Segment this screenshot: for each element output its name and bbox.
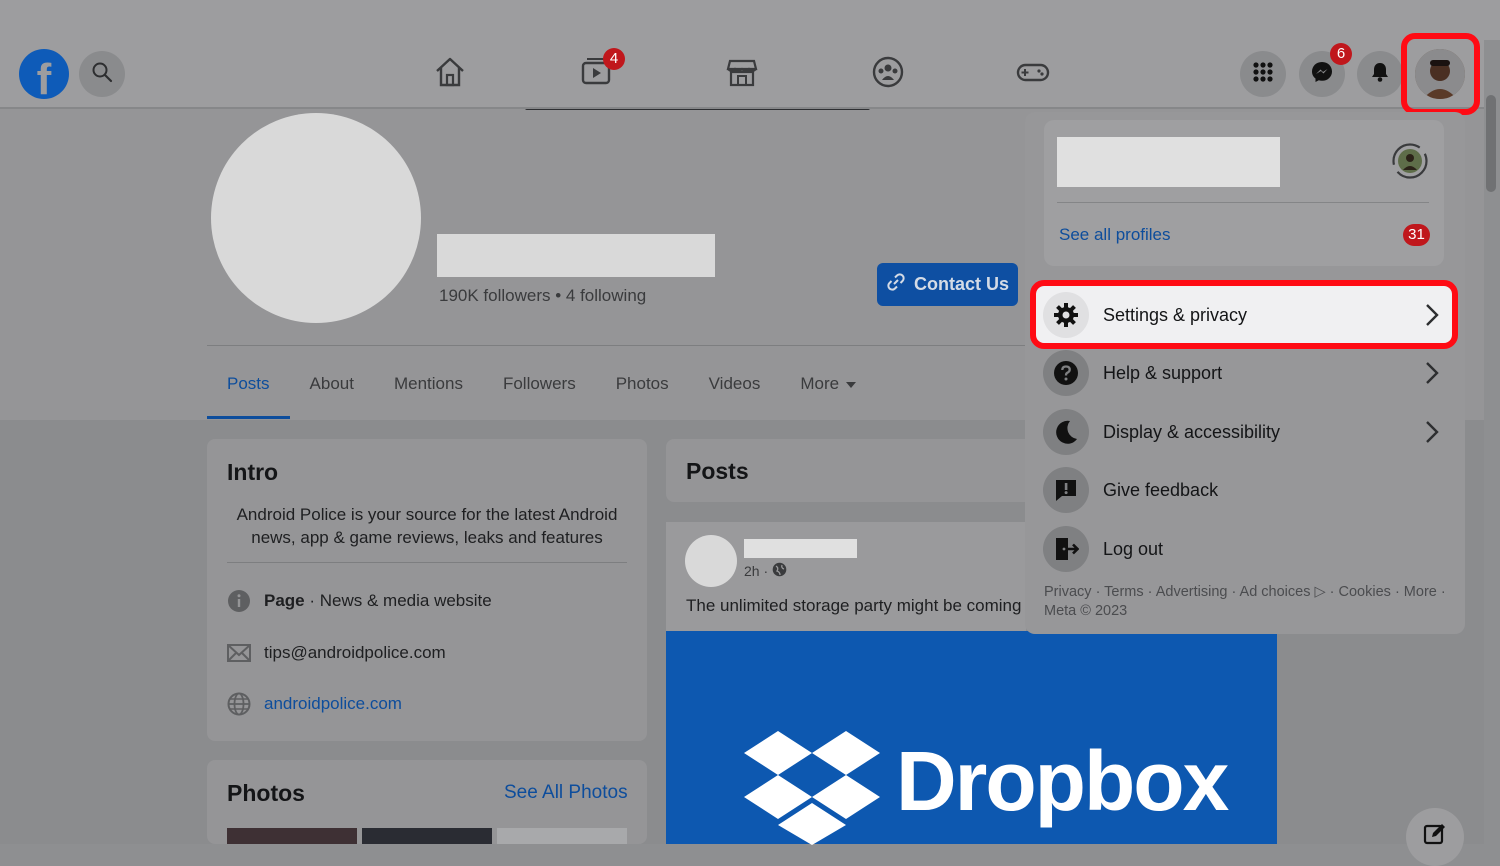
tab-posts[interactable]: Posts <box>207 362 290 419</box>
email-text[interactable]: tips@androidpolice.com <box>264 643 446 663</box>
post-author-redacted <box>744 539 857 558</box>
tab-more[interactable]: More <box>780 362 877 406</box>
website-link[interactable]: androidpolice.com <box>264 694 402 714</box>
chevron-right-icon <box>1422 300 1442 330</box>
messenger-badge: 6 <box>1330 43 1352 65</box>
contact-us-label: Contact Us <box>913 274 1009 294</box>
post-text: The unlimited storage party might be com… <box>686 596 1022 615</box>
profiles-count-badge: 31 <box>1403 224 1430 246</box>
photo-thumbnail[interactable] <box>497 828 627 844</box>
nav-groups[interactable] <box>868 54 908 94</box>
page-category: · News & media website <box>304 591 492 610</box>
nav-gaming[interactable] <box>1013 54 1053 94</box>
post-meta: 2h · <box>744 562 787 580</box>
info-icon <box>227 589 251 613</box>
search-button[interactable] <box>79 51 125 97</box>
footer-links-line[interactable]: Privacy · Terms · Advertising · Ad choic… <box>1044 583 1454 602</box>
link-icon <box>886 272 906 297</box>
account-avatar[interactable] <box>1415 49 1465 99</box>
menu-item-settings-privacy[interactable]: Settings & privacy <box>1043 290 1448 340</box>
top-bar-divider <box>0 107 1500 109</box>
video-badge: 4 <box>603 48 625 70</box>
menu-item-help-support[interactable]: Help & support <box>1043 348 1448 398</box>
gaming-icon <box>1015 55 1051 94</box>
photo-thumbnail[interactable] <box>227 828 357 844</box>
compose-icon <box>1423 822 1447 851</box>
dropbox-wordmark: Dropbox <box>896 734 1229 828</box>
post-author-avatar[interactable] <box>685 535 737 587</box>
menu-item-label: Help & support <box>1103 362 1223 383</box>
profile-tabs: Posts About Mentions Followers Photos Vi… <box>207 362 877 420</box>
photo-thumbnail[interactable] <box>362 828 492 844</box>
caret-down-icon <box>845 362 857 406</box>
intro-bio: Android Police is your source for the la… <box>236 505 618 547</box>
menu-item-display-accessibility[interactable]: Display & accessibility <box>1043 407 1448 457</box>
chevron-right-icon <box>1422 358 1442 388</box>
menu-item-label: Settings & privacy <box>1103 304 1248 325</box>
envelope-icon <box>227 641 251 665</box>
footer-copyright: Meta © 2023 <box>1044 603 1128 619</box>
contact-us-button[interactable]: Contact Us <box>877 263 1018 306</box>
tab-about[interactable]: About <box>290 362 374 406</box>
post-time[interactable]: 2h · <box>744 563 768 579</box>
photos-title: Photos <box>227 780 305 806</box>
moon-icon <box>1043 409 1089 455</box>
marketplace-icon <box>725 55 759 94</box>
feedback-icon <box>1043 467 1089 513</box>
home-icon <box>433 55 467 94</box>
switch-profile-icon[interactable] <box>1391 142 1429 180</box>
profile-divider <box>207 345 1027 346</box>
public-globe-icon <box>772 562 787 580</box>
help-icon <box>1043 350 1089 396</box>
facebook-logo[interactable]: f <box>19 49 69 99</box>
menu-item-log-out[interactable]: Log out <box>1043 524 1448 574</box>
profile-name-redacted <box>437 234 715 277</box>
posts-title: Posts <box>686 458 749 484</box>
intro-website-row: androidpolice.com <box>227 692 402 716</box>
profile-picture[interactable] <box>211 113 421 323</box>
gear-icon <box>1043 292 1089 338</box>
chevron-right-icon <box>1422 417 1442 447</box>
bell-icon <box>1369 61 1391 88</box>
menu-item-label: Display & accessibility <box>1103 421 1281 442</box>
intro-email-row: tips@androidpolice.com <box>227 641 446 665</box>
see-all-profiles-link[interactable]: See all profiles <box>1059 225 1171 245</box>
globe-icon <box>227 692 251 716</box>
dropbox-logo-icon <box>744 731 880 845</box>
grid-menu-icon <box>1252 61 1274 88</box>
intro-page-row: Page · News & media website <box>227 589 492 613</box>
menu-item-label: Give feedback <box>1103 479 1219 500</box>
profile-name-redacted[interactable] <box>1057 137 1280 187</box>
nav-marketplace[interactable] <box>722 54 762 94</box>
menu-item-give-feedback[interactable]: Give feedback <box>1043 465 1448 515</box>
tab-photos[interactable]: Photos <box>596 362 689 406</box>
page-label: Page <box>264 591 305 610</box>
logout-icon <box>1043 526 1089 572</box>
menu-footer-links: Privacy · Terms · Advertising · Ad choic… <box>1044 583 1454 621</box>
profile-card-divider <box>1057 202 1429 203</box>
search-icon <box>91 61 113 88</box>
tab-more-label: More <box>800 374 840 393</box>
intro-title: Intro <box>227 459 279 485</box>
tab-mentions[interactable]: Mentions <box>374 362 483 406</box>
menu-item-label: Log out <box>1103 538 1164 559</box>
scrollbar-thumb[interactable] <box>1486 95 1496 192</box>
new-message-button[interactable] <box>1406 808 1464 866</box>
nav-home[interactable] <box>430 54 470 94</box>
notifications-button[interactable] <box>1357 51 1403 97</box>
post-image[interactable]: Dropbox <box>666 631 1277 845</box>
tab-followers[interactable]: Followers <box>483 362 596 406</box>
intro-divider <box>227 562 627 563</box>
menu-button[interactable] <box>1240 51 1286 97</box>
see-all-photos-link[interactable]: See All Photos <box>504 782 628 804</box>
groups-icon <box>871 55 905 94</box>
followers-count[interactable]: 190K followers • 4 following <box>439 286 646 306</box>
tab-videos[interactable]: Videos <box>689 362 781 406</box>
messenger-icon <box>1310 60 1334 89</box>
